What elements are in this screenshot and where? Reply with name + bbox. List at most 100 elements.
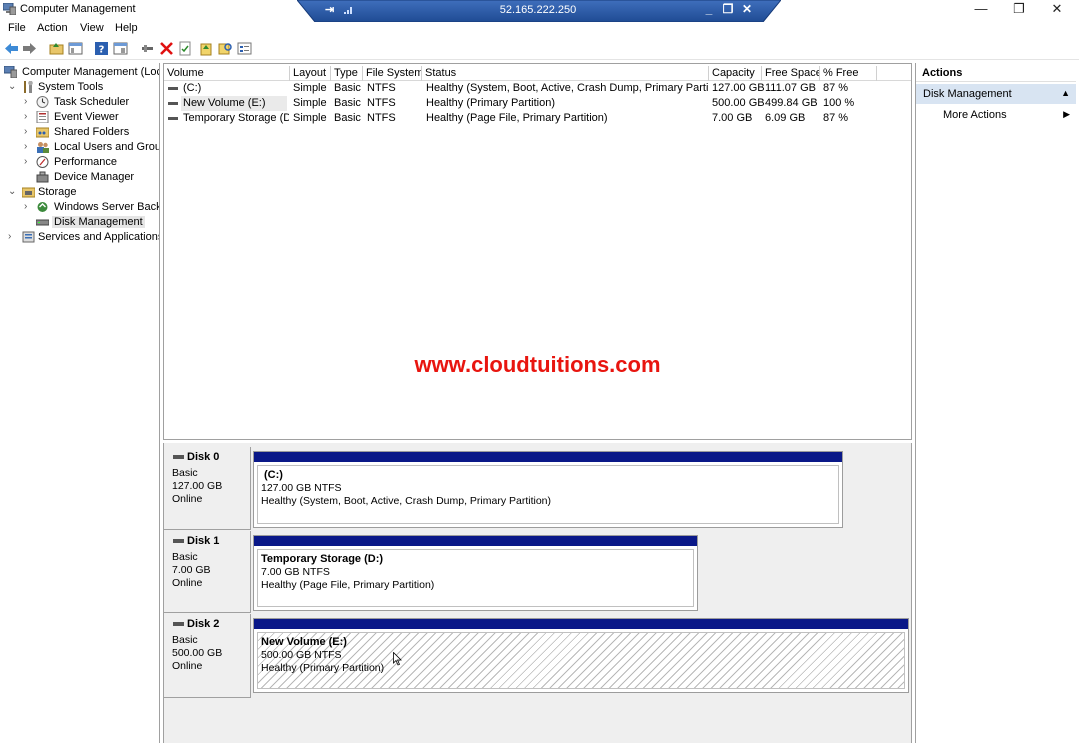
- partition-status: Healthy (Primary Partition): [261, 662, 385, 674]
- column-header-capacity[interactable]: Capacity: [709, 66, 762, 81]
- submenu-arrow-icon: ▶: [1063, 109, 1070, 119]
- table-row[interactable]: (C:) Simple Basic NTFS Healthy (System, …: [164, 81, 911, 96]
- disk-0-info[interactable]: Disk 0 Basic 127.00 GB Online: [164, 447, 251, 530]
- tree-label: Event Viewer: [54, 111, 119, 123]
- partition-body[interactable]: (C:) 127.00 GB NTFS Healthy (System, Boo…: [257, 465, 839, 524]
- actions-header: Actions: [916, 63, 1076, 82]
- up-folder-icon[interactable]: [49, 41, 64, 56]
- actions-section-label: Disk Management: [923, 88, 1012, 100]
- rdp-host-address: 52.165.222.250: [499, 4, 577, 16]
- actions-section-disk-management[interactable]: Disk Management ▲: [916, 84, 1076, 104]
- tree-label: Computer Management (Local: [22, 66, 160, 78]
- column-header-status[interactable]: Status: [422, 66, 709, 81]
- partition-body-selected[interactable]: New Volume (E:) 500.00 GB NTFS Healthy (…: [257, 632, 905, 689]
- close-button[interactable]: ✕: [1038, 0, 1076, 20]
- menu-view[interactable]: View: [80, 22, 104, 34]
- delete-icon[interactable]: [159, 41, 174, 56]
- collapse-up-icon[interactable]: ▲: [1061, 88, 1070, 98]
- storage-icon: [21, 186, 36, 198]
- volume-icon: [168, 117, 178, 120]
- partition-body[interactable]: Temporary Storage (D:) 7.00 GB NTFS Heal…: [257, 549, 694, 607]
- forward-arrow-icon[interactable]: [22, 41, 37, 56]
- disk-size: 500.00 GB: [172, 647, 223, 659]
- properties-pane-icon[interactable]: [113, 41, 128, 56]
- cell-volume: Temporary Storage (D:): [183, 112, 289, 124]
- restore-button[interactable]: ❐: [1000, 0, 1038, 20]
- import-icon[interactable]: [199, 41, 214, 56]
- column-header-file-system[interactable]: File System: [363, 66, 422, 81]
- disk-map-pane[interactable]: Disk 0 Basic 127.00 GB Online (C:) 127.0…: [163, 443, 912, 743]
- clock-icon: [36, 96, 49, 108]
- column-header-volume[interactable]: Volume: [164, 66, 290, 81]
- partition-label: Temporary Storage (D:): [261, 553, 384, 565]
- cell-type: Basic: [334, 82, 361, 94]
- partition-e[interactable]: New Volume (E:) 500.00 GB NTFS Healthy (…: [253, 618, 909, 693]
- column-header-layout[interactable]: Layout: [290, 66, 331, 81]
- cell-layout: Simple: [293, 97, 327, 109]
- tree-label: Shared Folders: [54, 126, 130, 138]
- computer-management-icon: [2, 2, 17, 16]
- volume-list[interactable]: Volume Layout Type File System Status Ca…: [163, 63, 912, 440]
- chevron-down-icon[interactable]: ⌄: [8, 81, 16, 93]
- cell-file-system: NTFS: [367, 112, 396, 124]
- chevron-right-icon[interactable]: ›: [24, 156, 32, 168]
- rdp-connection-bar[interactable]: ⇥ 52.165.222.250 _ ❐ ✕: [297, 0, 781, 22]
- chevron-down-icon[interactable]: ⌄: [8, 186, 16, 198]
- column-header-type[interactable]: Type: [331, 66, 363, 81]
- cell-free-space: 499.84 GB: [765, 97, 818, 109]
- tree-label: Storage: [38, 186, 77, 198]
- cell-percent-free: 87 %: [823, 82, 849, 94]
- disk-name: Disk 2: [187, 618, 220, 630]
- cell-volume: (C:): [183, 82, 202, 94]
- rdp-restore-button[interactable]: ❐: [721, 2, 735, 16]
- chevron-right-icon[interactable]: ›: [24, 201, 32, 213]
- column-header-free-space[interactable]: Free Space: [762, 66, 820, 81]
- help-icon[interactable]: ?: [94, 41, 109, 56]
- minimize-button[interactable]: —: [962, 0, 1000, 20]
- chevron-right-icon[interactable]: ›: [24, 126, 32, 138]
- shared-folder-icon: [35, 126, 50, 138]
- search-folder-icon[interactable]: [218, 41, 233, 56]
- cell-type: Basic: [334, 97, 361, 109]
- disk-icon: [173, 622, 184, 626]
- disk-size: 7.00 GB: [172, 564, 211, 576]
- table-row[interactable]: New Volume (E:) Simple Basic NTFS Health…: [164, 96, 911, 111]
- pin-icon[interactable]: ⇥: [325, 3, 339, 16]
- checklist-icon[interactable]: [178, 41, 193, 56]
- disk-type: Basic: [172, 634, 198, 646]
- chevron-right-icon[interactable]: ›: [24, 141, 32, 153]
- menu-file[interactable]: File: [8, 22, 26, 34]
- menu-action[interactable]: Action: [37, 22, 68, 34]
- more-actions-item[interactable]: More Actions ▶: [916, 106, 1076, 124]
- disk-1-info[interactable]: Disk 1 Basic 7.00 GB Online: [164, 531, 251, 613]
- connect-icon[interactable]: [140, 41, 155, 56]
- disk-2-info[interactable]: Disk 2 Basic 500.00 GB Online: [164, 614, 251, 698]
- services-icon: [22, 231, 35, 243]
- volume-list-header: Volume Layout Type File System Status Ca…: [164, 64, 911, 81]
- event-viewer-icon: [36, 110, 49, 124]
- device-manager-icon: [36, 171, 49, 183]
- table-row[interactable]: Temporary Storage (D:) Simple Basic NTFS…: [164, 111, 911, 126]
- menu-bar: File Action View Help: [0, 20, 1079, 38]
- chevron-right-icon[interactable]: ›: [24, 96, 32, 108]
- rdp-minimize-button[interactable]: _: [702, 2, 716, 16]
- partition-size: 127.00 GB NTFS: [261, 482, 342, 494]
- partition-d[interactable]: Temporary Storage (D:) 7.00 GB NTFS Heal…: [253, 535, 698, 611]
- rdp-close-button[interactable]: ✕: [740, 2, 754, 16]
- show-hide-tree-icon[interactable]: [68, 41, 83, 56]
- partition-bar: [254, 619, 908, 629]
- tree-label: Task Scheduler: [54, 96, 130, 108]
- back-arrow-icon[interactable]: [4, 41, 19, 56]
- disk-icon: [173, 455, 184, 459]
- cell-capacity: 7.00 GB: [712, 112, 753, 124]
- partition-c[interactable]: (C:) 127.00 GB NTFS Healthy (System, Boo…: [253, 451, 843, 528]
- chevron-right-icon[interactable]: ›: [8, 231, 16, 243]
- cell-status: Healthy (Primary Partition): [426, 97, 555, 109]
- toolbar: ?: [0, 38, 1079, 60]
- connection-signal-icon: [344, 4, 354, 14]
- list-view-icon[interactable]: [237, 41, 252, 56]
- chevron-right-icon[interactable]: ›: [24, 111, 32, 123]
- column-header-percent-free[interactable]: % Free: [820, 66, 877, 81]
- cell-layout: Simple: [293, 112, 327, 124]
- menu-help[interactable]: Help: [115, 22, 138, 34]
